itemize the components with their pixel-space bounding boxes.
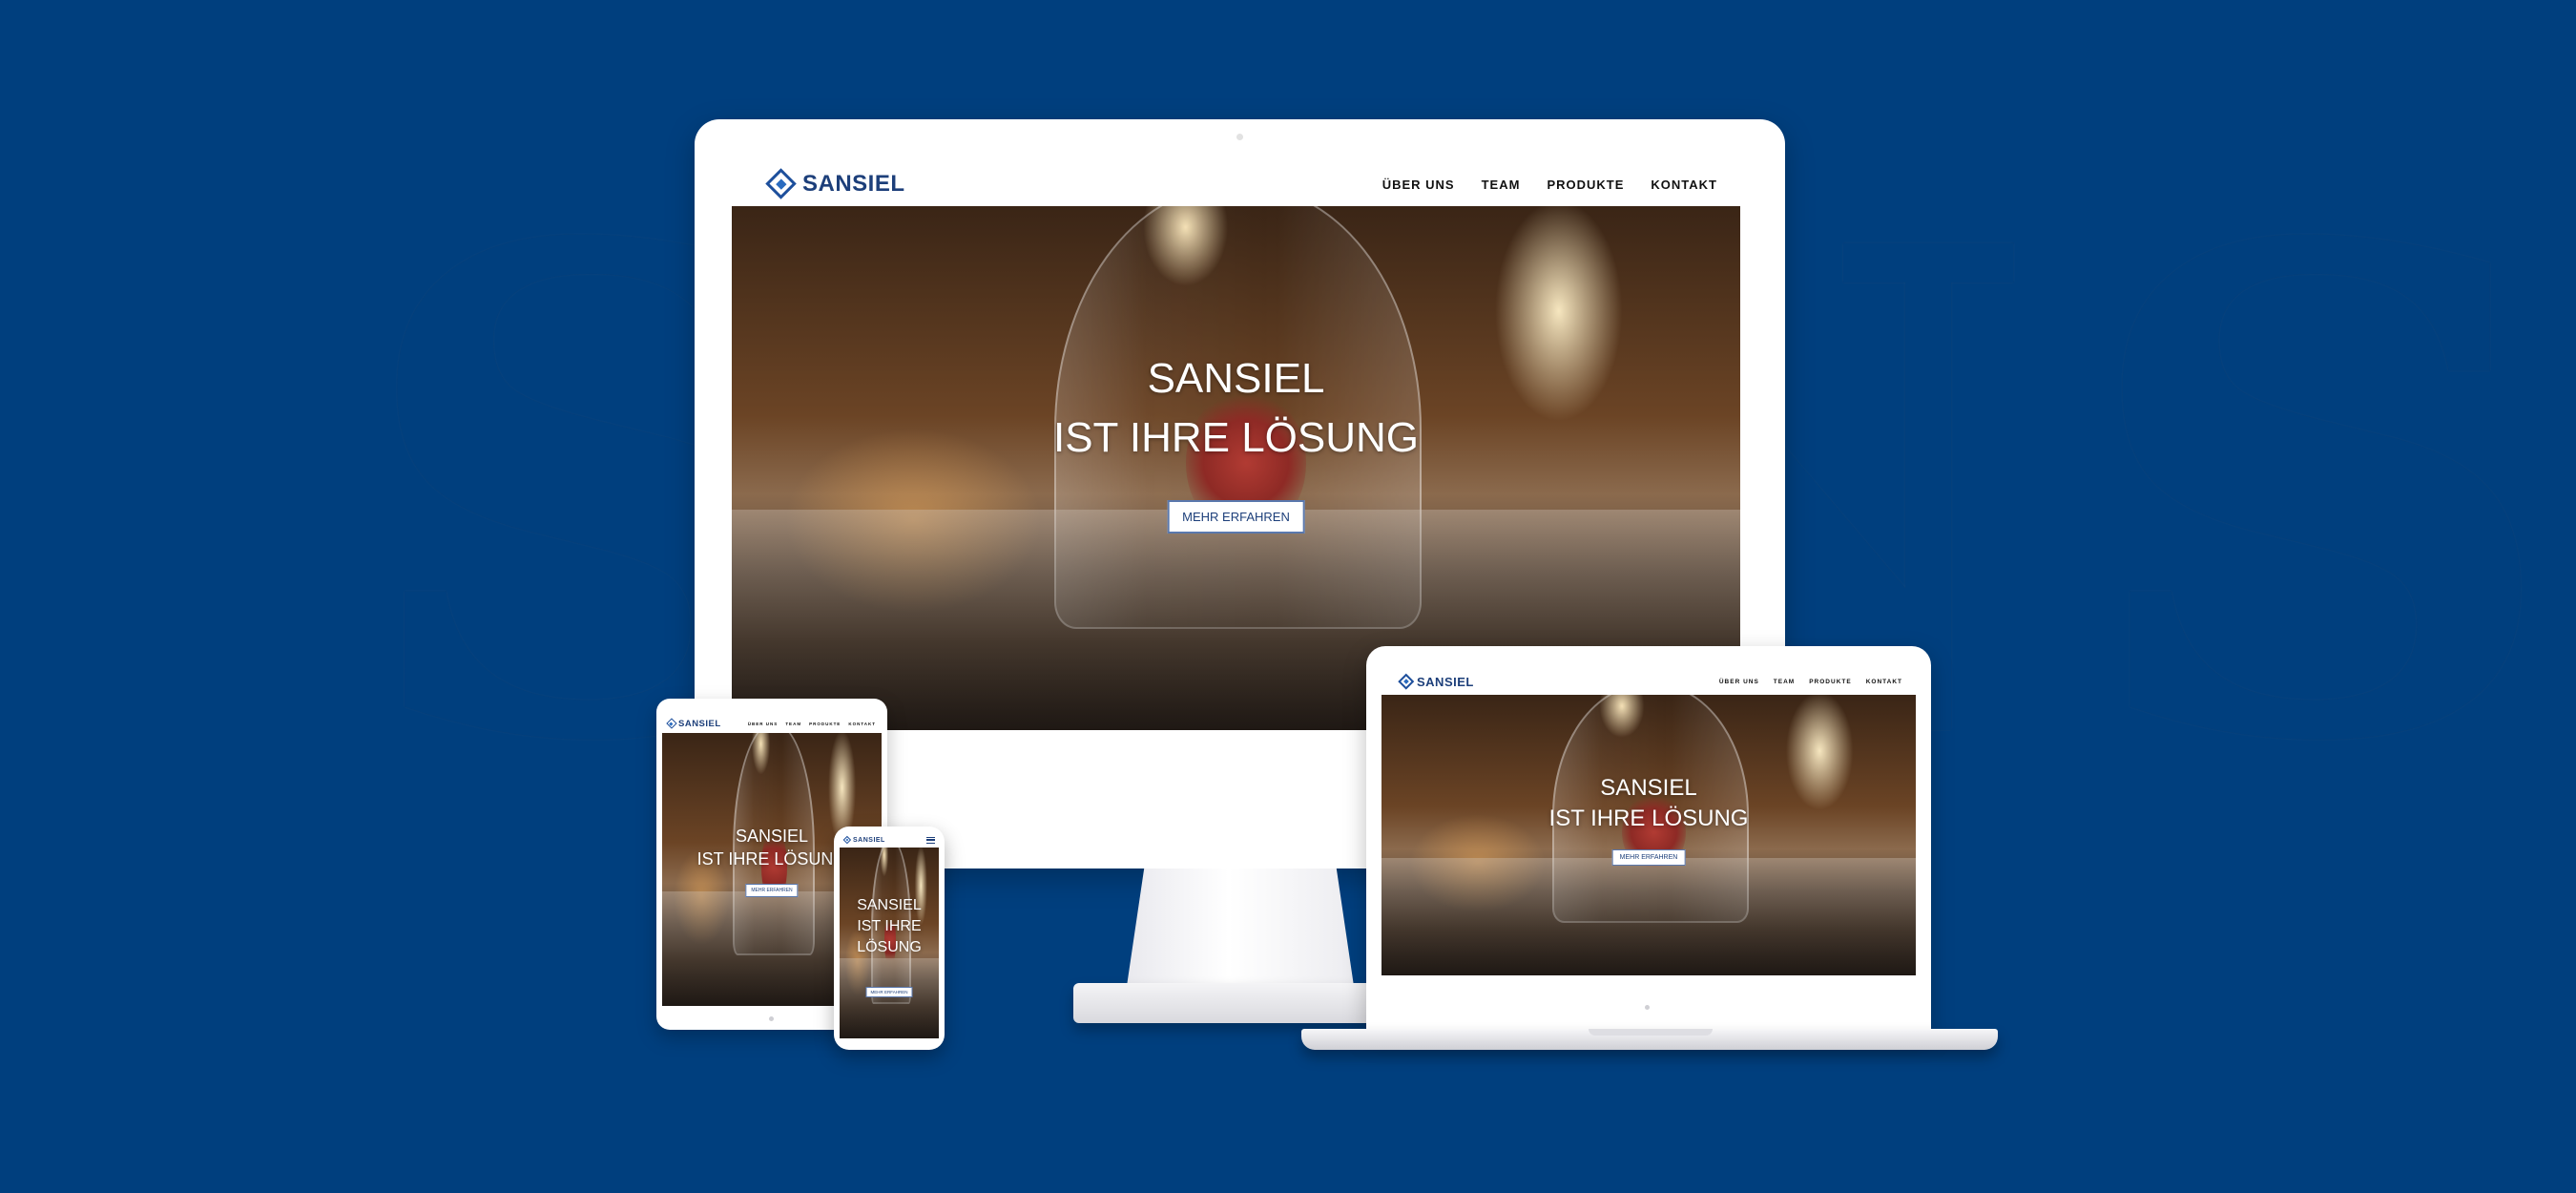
hero-title-line-2: IST IHRE LÖSUNG <box>1052 414 1420 461</box>
nav-item-team[interactable]: TEAM <box>1774 679 1795 685</box>
nav-item-kontakt[interactable]: KONTAKT <box>1651 178 1717 192</box>
logo-text: SANSIEL <box>802 171 905 197</box>
nav-item-team[interactable]: TEAM <box>785 722 801 726</box>
nav-item-ueber-uns[interactable]: ÜBER UNS <box>748 722 779 726</box>
nav-item-produkte[interactable]: PRODUKTE <box>1809 679 1851 685</box>
main-navigation: ÜBER UNS TEAM PRODUKTE KONTAKT <box>1705 679 1902 685</box>
nav-item-produkte[interactable]: PRODUKTE <box>809 722 841 726</box>
site-header: SANSIEL ÜBER UNS TEAM PRODUKTE KONTAKT <box>732 162 1740 206</box>
nav-item-ueber-uns[interactable]: ÜBER UNS <box>1382 178 1455 192</box>
site-logo[interactable]: SANSIEL <box>766 169 905 199</box>
hero-title: SANSIEL IST IHRE LÖSUNG <box>732 349 1740 468</box>
diamond-logo-icon <box>843 836 851 844</box>
monitor-stand-base <box>1073 983 1407 1023</box>
site-logo[interactable]: SANSIEL <box>1399 674 1474 689</box>
laptop-notch <box>1589 1029 1713 1036</box>
wooden-floor-image <box>840 958 939 1038</box>
monitor-camera <box>1236 134 1243 140</box>
diamond-logo-icon <box>766 169 797 199</box>
hero-title-line-2: IST IHRE LÖSUNG <box>1548 806 1749 831</box>
logo-text: SANSIEL <box>678 718 721 729</box>
hero-banner: SANSIEL IST IHRE LÖSUNG MEHR ERFAHREN <box>1381 695 1916 975</box>
mehr-erfahren-button[interactable]: MEHR ERFAHREN <box>865 987 913 997</box>
hero-title: SANSIEL IST IHRE LÖSUNG <box>1381 773 1916 834</box>
tablet-home-dot <box>769 1016 774 1021</box>
logo-text: SANSIEL <box>853 836 885 844</box>
wooden-floor-image <box>1381 857 1916 975</box>
nav-item-kontakt[interactable]: KONTAKT <box>848 722 876 726</box>
logo-text: SANSIEL <box>1417 674 1474 689</box>
hero-title-line-1: SANSIEL <box>857 897 922 913</box>
nav-item-kontakt[interactable]: KONTAKT <box>1866 679 1902 685</box>
hero-title-line-1: SANSIEL <box>1147 355 1325 402</box>
laptop-indicator-dot <box>1645 1005 1650 1010</box>
hero-banner: SANSIEL IST IHRE LÖSUNG MEHR ERFAHREN <box>840 848 939 1038</box>
site-header: SANSIEL ÜBER UNS TEAM PRODUKTE KONTAKT <box>1381 668 1916 695</box>
main-navigation: ÜBER UNS TEAM PRODUKTE KONTAKT <box>740 722 876 726</box>
mehr-erfahren-button[interactable]: MEHR ERFAHREN <box>1167 500 1305 534</box>
mehr-erfahren-button[interactable]: MEHR ERFAHREN <box>1611 849 1686 866</box>
hero-title-line-1: SANSIEL <box>1600 775 1697 801</box>
site-logo[interactable]: SANSIEL <box>666 719 721 729</box>
site-logo[interactable]: SANSIEL <box>843 836 885 844</box>
main-navigation: ÜBER UNS TEAM PRODUKTE KONTAKT <box>1356 178 1717 192</box>
nav-item-ueber-uns[interactable]: ÜBER UNS <box>1719 679 1759 685</box>
monitor-stand-neck <box>1126 869 1355 993</box>
diamond-logo-icon <box>666 719 676 729</box>
site-header: SANSIEL ÜBER UNS TEAM PRODUKTE KONTAKT <box>662 714 882 733</box>
site-header: SANSIEL <box>840 832 939 848</box>
desktop-website: SANSIEL ÜBER UNS TEAM PRODUKTE KONTAKT S… <box>732 162 1740 730</box>
mehr-erfahren-button[interactable]: MEHR ERFAHREN <box>745 884 799 897</box>
hero-title: SANSIEL IST IHRE LÖSUNG <box>840 895 939 958</box>
nav-item-team[interactable]: TEAM <box>1482 178 1521 192</box>
hero-title-line-3: LÖSUNG <box>857 939 922 955</box>
phone-website: SANSIEL SANSIEL IST IHRE LÖSUNG MEHR ERF… <box>840 832 939 1038</box>
laptop-website: SANSIEL ÜBER UNS TEAM PRODUKTE KONTAKT S… <box>1381 668 1916 975</box>
diamond-logo-icon <box>1399 674 1414 689</box>
hero-title-line-2: IST IHRE <box>857 918 922 934</box>
nav-item-produkte[interactable]: PRODUKTE <box>1547 178 1624 192</box>
hamburger-menu-icon[interactable] <box>926 836 935 844</box>
